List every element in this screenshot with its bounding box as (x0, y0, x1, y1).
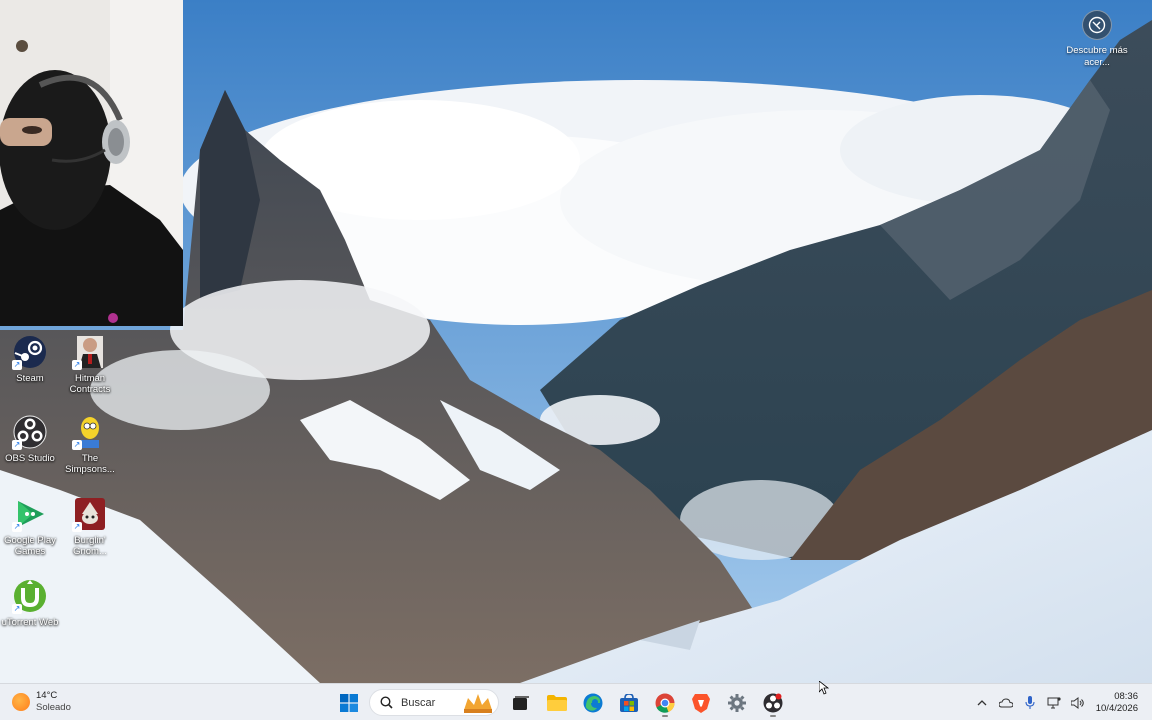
cloud-icon (999, 697, 1013, 707)
obs-icon (763, 693, 783, 712)
shortcut-arrow-icon: ↗ (72, 522, 82, 532)
taskbar-center: Buscar (333, 688, 789, 717)
desktop-icon-burglin-gnomes[interactable]: ↗ Burglin' Gnom... (60, 496, 120, 557)
taskbar: 14°C Soleado Buscar 08:36 10/4/2026 (0, 683, 1152, 720)
microphone-icon (1025, 695, 1035, 709)
shortcut-arrow-icon: ↗ (72, 360, 82, 370)
chevron-up-icon (977, 699, 987, 705)
task-view-icon (513, 695, 529, 710)
clock-time: 08:36 (1114, 690, 1138, 702)
shortcut-arrow-icon: ↗ (12, 440, 22, 450)
store-icon (620, 693, 638, 712)
network-icon (1047, 696, 1061, 708)
desktop-icon-label: Google Play Games (4, 535, 56, 557)
speaker-icon (1071, 696, 1084, 709)
search-box[interactable]: Buscar (369, 689, 499, 716)
utorrent-icon: ↗ (12, 578, 48, 614)
onedrive-button[interactable] (994, 689, 1018, 717)
desktop-icon-simpsons[interactable]: ↗ The Simpsons... (60, 414, 120, 475)
search-highlight-crown-icon (464, 694, 492, 713)
brave-icon (692, 693, 710, 713)
desktop-icon-utorrent[interactable]: ↗ uTorrent Web (0, 578, 60, 628)
camera-icon (1082, 10, 1112, 40)
search-placeholder: Buscar (401, 696, 436, 709)
shortcut-arrow-icon: ↗ (12, 360, 22, 370)
spotlight-learn-more-button[interactable]: Descubre más acer... (1064, 10, 1130, 69)
hitman-icon: ↗ (72, 334, 108, 370)
start-button[interactable] (333, 688, 365, 717)
shortcut-arrow-icon: ↗ (72, 440, 82, 450)
network-button[interactable] (1042, 689, 1066, 717)
desktop-icon-label: Hitman Contracts (69, 373, 111, 395)
weather-condition: Soleado (36, 702, 71, 713)
task-view-button[interactable] (505, 688, 537, 717)
desktop-icon-label: Steam (16, 373, 44, 384)
store-button[interactable] (613, 688, 645, 717)
clock-date: 10/4/2026 (1095, 702, 1138, 714)
desktop-icon-label: Burglin' Gnom... (73, 535, 107, 557)
sun-icon (12, 693, 30, 711)
obs-icon: ↗ (12, 414, 48, 450)
folder-icon (547, 694, 567, 711)
chrome-button[interactable] (649, 688, 681, 717)
spotlight-label: Descubre más acer... (1066, 45, 1128, 68)
system-tray: 08:36 10/4/2026 (970, 688, 1152, 717)
desktop-icon-obs[interactable]: ↗ OBS Studio (0, 414, 60, 464)
search-icon (380, 696, 393, 709)
desktop-icon-google-play-games[interactable]: ↗ Google Play Games (0, 496, 60, 557)
mouse-cursor-icon (819, 681, 829, 695)
active-indicator (662, 715, 668, 717)
webcam-person-image (0, 0, 183, 326)
simpsons-icon: ↗ (72, 414, 108, 450)
windows-start-icon (340, 693, 358, 712)
google-play-games-icon: ↗ (12, 496, 48, 532)
desktop-icon-hitman[interactable]: ↗ Hitman Contracts (60, 334, 120, 395)
microphone-button[interactable] (1018, 689, 1042, 717)
webcam-overlay (0, 0, 183, 326)
burglin-gnomes-icon: ↗ (72, 496, 108, 532)
weather-temperature: 14°C (36, 690, 58, 701)
edge-button[interactable] (577, 688, 609, 717)
edge-icon (583, 693, 603, 712)
steam-icon: ↗ (12, 334, 48, 370)
obs-taskbar-button[interactable] (757, 688, 789, 717)
file-explorer-button[interactable] (541, 688, 573, 717)
weather-widget[interactable]: 14°C Soleado (12, 688, 71, 716)
desktop-icon-label: The Simpsons... (65, 453, 115, 475)
brave-button[interactable] (685, 688, 717, 717)
show-hidden-icons-button[interactable] (970, 689, 994, 717)
chrome-icon (655, 693, 675, 713)
desktop-icon-steam[interactable]: ↗ Steam (0, 334, 60, 384)
desktop-icon-label: uTorrent Web (1, 617, 59, 628)
shortcut-arrow-icon: ↗ (12, 522, 22, 532)
clock-button[interactable]: 08:36 10/4/2026 (1090, 691, 1152, 715)
volume-button[interactable] (1066, 689, 1090, 717)
gear-icon (728, 693, 746, 712)
desktop-icon-label: OBS Studio (5, 453, 55, 464)
settings-button[interactable] (721, 688, 753, 717)
shortcut-arrow-icon: ↗ (12, 604, 22, 614)
active-indicator (770, 715, 776, 717)
